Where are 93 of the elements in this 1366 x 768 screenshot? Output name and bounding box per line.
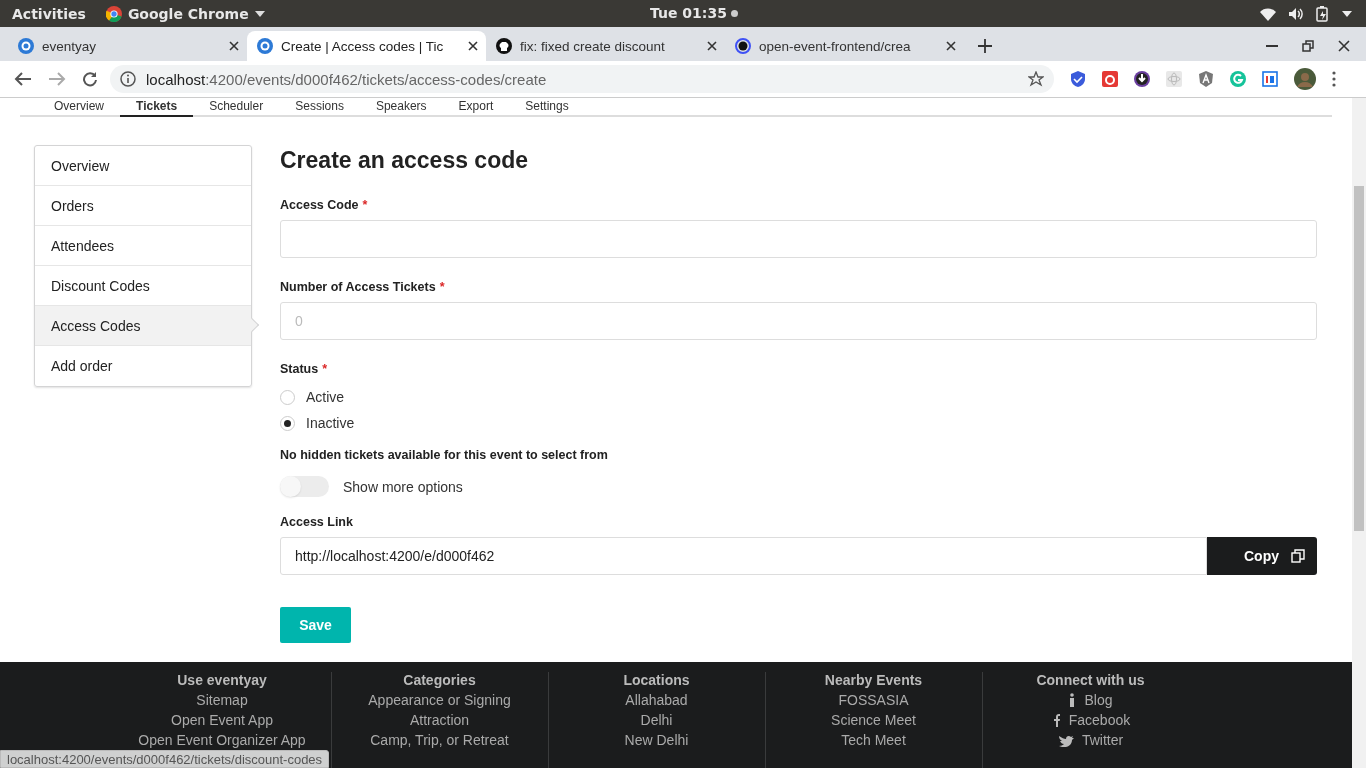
footer-heading: Use eventyay bbox=[177, 672, 267, 688]
field-label: Access Code bbox=[280, 198, 359, 212]
toggle-switch[interactable] bbox=[280, 476, 329, 497]
browser-tab[interactable]: eventyay bbox=[8, 31, 247, 61]
input-field[interactable]: 0 bbox=[280, 302, 1317, 340]
footer-link[interactable]: Open Event App bbox=[171, 712, 273, 728]
radio-label: Active bbox=[306, 389, 345, 405]
caret-icon bbox=[254, 10, 265, 17]
scrollbar[interactable] bbox=[1352, 98, 1366, 768]
footer-link[interactable]: New Delhi bbox=[624, 732, 689, 748]
input-field[interactable] bbox=[280, 220, 1317, 258]
footer-link[interactable]: Delhi bbox=[640, 712, 673, 728]
footer-link[interactable]: Appearance or Signing bbox=[368, 692, 511, 708]
target-icon bbox=[257, 38, 273, 54]
app-menu[interactable]: Google Chrome bbox=[127, 5, 249, 22]
sidebar-item[interactable]: Overview bbox=[35, 146, 251, 186]
field-label: Status bbox=[280, 362, 319, 376]
toggle-label: Show more options bbox=[343, 478, 463, 495]
dot-icon bbox=[730, 9, 738, 17]
activities-button[interactable]: Activities bbox=[0, 5, 98, 22]
copy-icon bbox=[1291, 549, 1305, 563]
wifi-icon bbox=[1260, 6, 1276, 21]
required-asterisk: * bbox=[439, 280, 445, 294]
extension-icon bbox=[1102, 71, 1118, 87]
forward-icon bbox=[48, 71, 66, 87]
footer-link[interactable]: Twitter bbox=[1081, 732, 1124, 748]
minimize-icon bbox=[1266, 45, 1278, 47]
bird-icon bbox=[1057, 733, 1074, 747]
close-icon bbox=[468, 41, 478, 51]
atom-icon bbox=[1166, 71, 1182, 87]
copy-button[interactable]: Copy bbox=[1207, 537, 1317, 575]
event-tab[interactable]: Sessions bbox=[279, 98, 360, 117]
sidebar-item[interactable]: Attendees bbox=[35, 226, 251, 266]
footer-heading: Nearby Events bbox=[824, 672, 923, 688]
input-field[interactable]: http://localhost:4200/e/d000f462 bbox=[280, 537, 1207, 575]
footer-link[interactable]: Blog bbox=[1084, 692, 1113, 708]
battery-icon bbox=[1316, 5, 1330, 22]
footer-link[interactable]: Science Meet bbox=[831, 712, 916, 728]
event-tab[interactable]: Overview bbox=[38, 98, 120, 117]
footer-link[interactable]: FOSSASIA bbox=[838, 692, 909, 708]
address-field[interactable]: localhost:4200/events/d000f462/tickets/access-codes/create bbox=[110, 65, 1054, 93]
extension-icon bbox=[1262, 71, 1278, 87]
field-label: Number of Access Tickets bbox=[280, 280, 436, 294]
required-asterisk: * bbox=[322, 362, 328, 376]
footer-link[interactable]: Open Event Organizer App bbox=[138, 732, 306, 748]
reload-icon bbox=[82, 71, 98, 87]
close-icon bbox=[229, 41, 239, 51]
event-tab[interactable]: Export bbox=[442, 98, 510, 117]
chrome-icon bbox=[105, 5, 122, 22]
event-tab[interactable]: Tickets bbox=[120, 98, 194, 117]
close-icon bbox=[707, 41, 717, 51]
info-text: No hidden tickets available for this event to select from bbox=[280, 448, 609, 462]
target-icon bbox=[18, 38, 34, 54]
browser-tab[interactable]: open-event-frontend/crea bbox=[725, 31, 964, 61]
shield-icon bbox=[1070, 71, 1086, 87]
page-title: Create an access code bbox=[280, 147, 530, 174]
footer-link[interactable]: Allahabad bbox=[625, 692, 688, 708]
volume-icon bbox=[1288, 6, 1304, 21]
status-url: localhost:4200/events/d000f462/tickets/discount-codes bbox=[0, 750, 330, 768]
back-icon bbox=[14, 71, 32, 87]
browser-tab[interactable]: fix: fixed create discount bbox=[486, 31, 725, 61]
caret-icon bbox=[1342, 10, 1352, 17]
footer-link[interactable]: Facebook bbox=[1068, 712, 1131, 728]
star-icon bbox=[1028, 71, 1044, 87]
footer-link[interactable]: Camp, Trip, or Retreat bbox=[370, 732, 509, 748]
sidebar-item[interactable]: Orders bbox=[35, 186, 251, 226]
field-label: Access Link bbox=[280, 515, 353, 529]
footer-heading: Connect with us bbox=[1036, 672, 1145, 688]
download-icon bbox=[1134, 71, 1150, 87]
event-tab[interactable]: Scheduler bbox=[193, 98, 280, 117]
footer-heading: Locations bbox=[623, 672, 690, 688]
menu-icon bbox=[1332, 71, 1336, 87]
sidebar-item[interactable]: Add order bbox=[35, 346, 251, 386]
hexagon-icon bbox=[1198, 71, 1214, 87]
footer-link[interactable]: Attraction bbox=[409, 712, 470, 728]
footer-link[interactable]: Sitemap bbox=[196, 692, 248, 708]
restore-icon bbox=[1302, 40, 1314, 52]
footer-heading: Categories bbox=[403, 672, 476, 688]
close-icon bbox=[946, 41, 956, 51]
required-asterisk: * bbox=[362, 198, 368, 212]
info-icon bbox=[120, 71, 136, 87]
close-icon bbox=[1338, 40, 1350, 52]
info-icon bbox=[1068, 693, 1077, 707]
g-circle-icon bbox=[1230, 71, 1246, 87]
clock[interactable]: Tue 01:35 bbox=[650, 5, 727, 21]
event-tab[interactable]: Speakers bbox=[359, 98, 443, 117]
radio-label: Inactive bbox=[306, 415, 355, 431]
footer-link[interactable]: Tech Meet bbox=[841, 732, 906, 748]
avatar-icon bbox=[1294, 68, 1316, 90]
browser-tab[interactable]: Create | Access codes | Tic bbox=[247, 31, 486, 61]
ring-icon bbox=[735, 38, 751, 54]
event-tab[interactable]: Settings bbox=[509, 98, 585, 117]
plus-icon bbox=[978, 39, 992, 53]
